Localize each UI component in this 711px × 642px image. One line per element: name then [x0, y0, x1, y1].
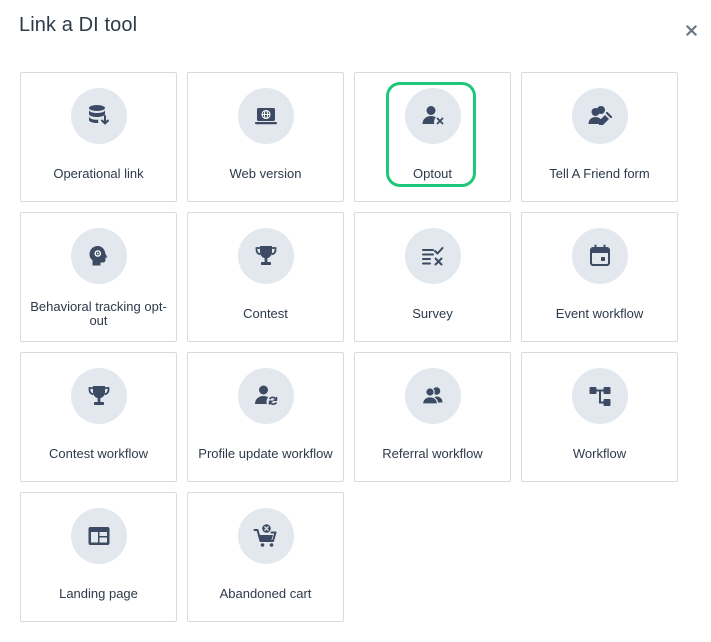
tool-tile-abandoned-cart[interactable]: Abandoned cart — [187, 492, 344, 622]
tool-tile-event-workflow[interactable]: Event workflow — [521, 212, 678, 342]
tool-label: Event workflow — [555, 306, 644, 321]
cart-remove-icon — [237, 508, 294, 564]
tool-tile-referral-workflow[interactable]: Referral workflow — [354, 352, 511, 482]
tool-tile-workflow[interactable]: Workflow — [521, 352, 678, 482]
tool-label: Behavioral tracking opt-out — [30, 299, 167, 328]
tool-tile-operational-link[interactable]: Operational link — [20, 72, 177, 202]
tool-tile-behavioral-tracking-opt-out[interactable]: Behavioral tracking opt-out — [20, 212, 177, 342]
tool-label: Profile update workflow — [198, 446, 333, 461]
tool-tile-survey[interactable]: Survey — [354, 212, 511, 342]
trophy-icon — [70, 368, 127, 424]
tool-tile-tell-a-friend-form[interactable]: Tell A Friend form — [521, 72, 678, 202]
link-di-tool-dialog: Link a DI tool Operational link Web vers… — [0, 0, 711, 642]
trophy-icon — [237, 228, 294, 284]
tool-tile-contest[interactable]: Contest — [187, 212, 344, 342]
tool-label: Survey — [412, 306, 453, 321]
tool-label: Abandoned cart — [219, 586, 312, 601]
tool-tile-profile-update-workflow[interactable]: Profile update workflow — [187, 352, 344, 482]
laptop-globe-icon — [237, 88, 294, 144]
tool-label: Tell A Friend form — [549, 166, 650, 181]
tool-tile-contest-workflow[interactable]: Contest workflow — [20, 352, 177, 482]
tool-label: Web version — [229, 166, 302, 181]
tool-label: Optout — [412, 166, 453, 181]
layout-page-icon — [70, 508, 127, 564]
tool-tile-optout[interactable]: Optout — [354, 72, 511, 202]
flow-icon — [571, 368, 628, 424]
tool-label: Workflow — [572, 446, 627, 461]
tool-label: Contest — [243, 306, 288, 321]
dialog-title: Link a DI tool — [19, 14, 138, 36]
tool-label: Operational link — [53, 166, 144, 181]
tool-label: Contest workflow — [49, 446, 148, 461]
user-sync-icon — [237, 368, 294, 424]
users-icon — [404, 368, 461, 424]
calendar-icon — [571, 228, 628, 284]
checklist-icon — [404, 228, 461, 284]
tool-tile-web-version[interactable]: Web version — [187, 72, 344, 202]
database-download-icon — [70, 88, 127, 144]
tool-tile-landing-page[interactable]: Landing page — [20, 492, 177, 622]
users-edit-icon — [571, 88, 628, 144]
head-gear-icon — [70, 228, 127, 284]
tool-label: Landing page — [59, 586, 138, 601]
user-remove-icon — [404, 88, 461, 144]
tool-label: Referral workflow — [382, 446, 483, 461]
close-icon[interactable] — [683, 22, 699, 38]
tool-grid: Operational link Web version Optout Tell… — [20, 72, 678, 622]
